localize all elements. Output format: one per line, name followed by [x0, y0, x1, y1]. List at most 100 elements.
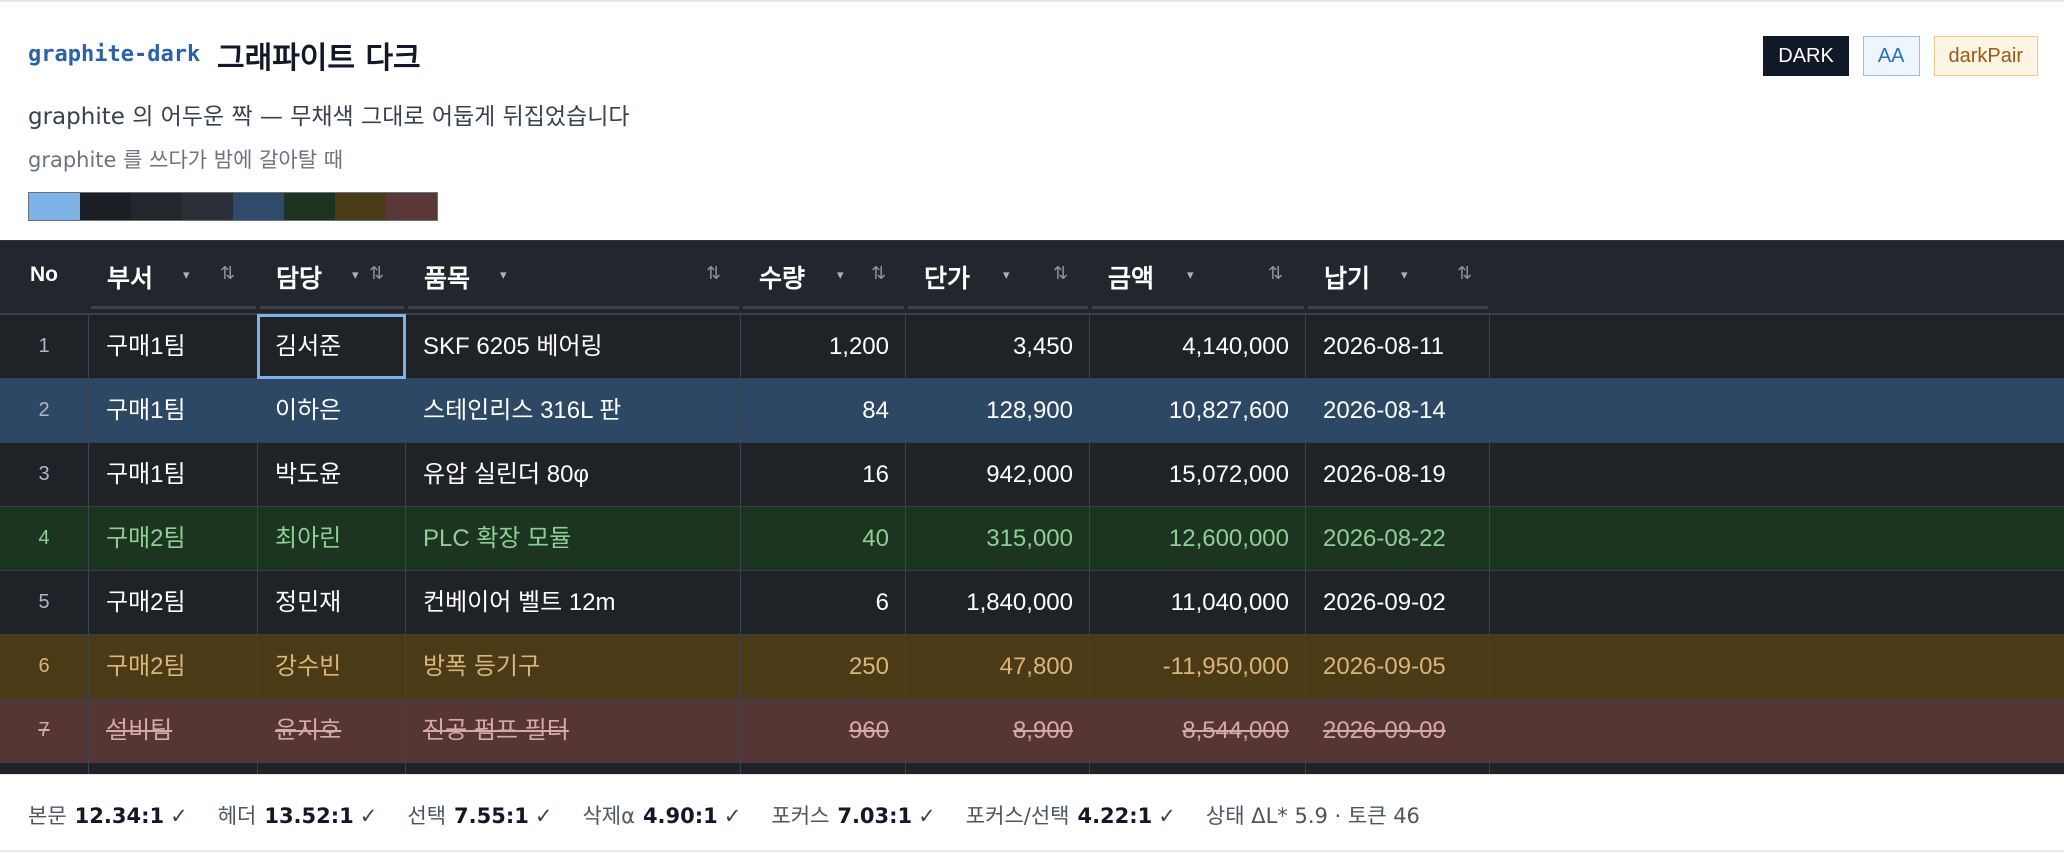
cell-no[interactable]: 2: [0, 379, 89, 442]
cell-no[interactable]: 7: [0, 699, 89, 762]
cell-dept[interactable]: 설비팀: [89, 699, 258, 762]
cell-dept[interactable]: 구매1팀: [89, 315, 258, 378]
table-row[interactable]: 2 구매1팀 이하은 스테인리스 316L 판 84 128,900 10,827,600 2…: [0, 379, 2064, 443]
cell-item[interactable]: SKF 6205 베어링: [406, 315, 741, 378]
table-row[interactable]: 6 구매2팀 강수빈 방폭 등기구 250 47,800 -11,950,000 2026-0…: [0, 635, 2064, 699]
cell-price[interactable]: 47,800: [906, 635, 1090, 698]
sort-icon[interactable]: ⇅: [1053, 263, 1068, 284]
cell-amount[interactable]: 8,544,000: [1090, 699, 1306, 762]
cell-item[interactable]: PLC 확장 모듈: [406, 507, 741, 570]
cell-amount[interactable]: 4,140,000: [1090, 315, 1306, 378]
table-row[interactable]: 7 설비팀 윤지호 진공 펌프 필터 960 8,900 8,544,000 2026-09-…: [0, 699, 2064, 763]
sort-icon[interactable]: ⇅: [369, 263, 384, 284]
header-label-item: 품목: [424, 265, 471, 293]
cell-dept[interactable]: 구매2팀: [89, 507, 258, 570]
cell-item[interactable]: 유압 실린더 80φ: [406, 443, 741, 506]
cell-item[interactable]: 방폭 등기구: [406, 635, 741, 698]
cell-qty[interactable]: 40: [741, 507, 906, 570]
cell-amount[interactable]: 12,600,000: [1090, 507, 1306, 570]
cell-due[interactable]: 2026-08-14: [1306, 379, 1490, 442]
contrast-stat: 본문 12.34:1 ✓: [28, 800, 188, 830]
theme-title: 그래파이트 다크: [217, 41, 421, 76]
theme-description: graphite 의 어두운 짝 — 무채색 그대로 어둡게 뒤집었습니다: [28, 104, 630, 130]
cell-due[interactable]: 2026-08-11: [1306, 315, 1490, 378]
swatch-5: [284, 193, 335, 220]
header-due[interactable]: 납기 ▾ ⇅: [1306, 241, 1490, 311]
cell-price[interactable]: 8,900: [906, 699, 1090, 762]
cell-qty[interactable]: 1,200: [741, 315, 906, 378]
cell-no[interactable]: 5: [0, 571, 89, 634]
filter-caret-icon[interactable]: ▾: [1187, 267, 1194, 283]
header-qty[interactable]: 수량 ▾ ⇅: [741, 241, 906, 311]
cell-no[interactable]: 1: [0, 315, 89, 378]
contrast-stats: 본문 12.34:1 ✓ 헤더 13.52:1 ✓ 선택 7.55:1 ✓ 삭제α 4.90:1 ✓ 포…: [28, 800, 1450, 830]
sort-icon[interactable]: ⇅: [220, 263, 235, 284]
cell-due[interactable]: 2026-09-05: [1306, 635, 1490, 698]
filter-caret-icon[interactable]: ▾: [837, 267, 844, 283]
cell-owner[interactable]: 박도윤: [258, 443, 406, 506]
cell-qty[interactable]: 250: [741, 635, 906, 698]
header-item[interactable]: 품목 ▾ ⇅: [406, 241, 741, 311]
header-owner[interactable]: 담당 ▾ ⇅: [258, 241, 406, 311]
cell-owner[interactable]: 정민재: [258, 571, 406, 634]
cell-price[interactable]: 3,450: [906, 315, 1090, 378]
cell-owner[interactable]: 최아린: [258, 507, 406, 570]
cell-price[interactable]: 942,000: [906, 443, 1090, 506]
cell-due[interactable]: 2026-08-19: [1306, 443, 1490, 506]
filter-caret-icon[interactable]: ▾: [1401, 267, 1408, 283]
cell-amount[interactable]: -11,950,000: [1090, 635, 1306, 698]
header-no[interactable]: No: [0, 241, 89, 311]
filter-caret-icon[interactable]: ▾: [352, 267, 359, 283]
cell-no[interactable]: 3: [0, 443, 89, 506]
filter-caret-icon[interactable]: ▾: [183, 267, 190, 283]
cell-dept[interactable]: 구매1팀: [89, 443, 258, 506]
cell-owner[interactable]: 윤지호: [258, 699, 406, 762]
table-row[interactable]: 5 구매2팀 정민재 컨베이어 벨트 12m 6 1,840,000 11,040,000 2…: [0, 571, 2064, 635]
theme-code: graphite-dark: [28, 42, 201, 67]
cell-price[interactable]: 315,000: [906, 507, 1090, 570]
header-underline: [91, 306, 256, 309]
header-price[interactable]: 단가 ▾ ⇅: [906, 241, 1090, 311]
check-icon: ✓: [723, 804, 742, 828]
cell-qty[interactable]: 6: [741, 571, 906, 634]
color-swatches: [28, 192, 438, 221]
sort-icon[interactable]: ⇅: [1268, 263, 1283, 284]
cell-due[interactable]: 2026-08-22: [1306, 507, 1490, 570]
cell-amount[interactable]: 10,827,600: [1090, 379, 1306, 442]
header-underline: [743, 306, 904, 309]
cell-item[interactable]: 진공 펌프 필터: [406, 699, 741, 762]
header-dept[interactable]: 부서 ▾ ⇅: [89, 241, 258, 311]
cell-no[interactable]: 4: [0, 507, 89, 570]
cell-dept[interactable]: 구매1팀: [89, 379, 258, 442]
header-amount[interactable]: 금액 ▾ ⇅: [1090, 241, 1306, 311]
cell-due[interactable]: 2026-09-09: [1306, 699, 1490, 762]
cell-qty[interactable]: 16: [741, 443, 906, 506]
cell-owner[interactable]: 이하은: [258, 379, 406, 442]
table-row[interactable]: 4 구매2팀 최아린 PLC 확장 모듈 40 315,000 12,600,000 2026…: [0, 507, 2064, 571]
contrast-value: 7.55:1: [454, 804, 529, 828]
cell-price[interactable]: 128,900: [906, 379, 1090, 442]
cell-price[interactable]: 1,840,000: [906, 571, 1090, 634]
table-row[interactable]: 3 구매1팀 박도윤 유압 실린더 80φ 16 942,000 15,072,000 202…: [0, 443, 2064, 507]
header-underline: [408, 306, 739, 309]
cell-qty[interactable]: 84: [741, 379, 906, 442]
cell-item[interactable]: 스테인리스 316L 판: [406, 379, 741, 442]
filter-caret-icon[interactable]: ▾: [500, 267, 507, 283]
sort-icon[interactable]: ⇅: [706, 263, 721, 284]
check-icon: ✓: [918, 804, 936, 828]
cell-owner[interactable]: 강수빈: [258, 635, 406, 698]
cell-dept[interactable]: 구매2팀: [89, 635, 258, 698]
cell-amount[interactable]: 15,072,000: [1090, 443, 1306, 506]
cell-item[interactable]: 컨베이어 벨트 12m: [406, 571, 741, 634]
check-icon: ✓: [170, 804, 188, 828]
cell-no[interactable]: 6: [0, 635, 89, 698]
cell-dept[interactable]: 구매2팀: [89, 571, 258, 634]
sort-icon[interactable]: ⇅: [1457, 263, 1472, 284]
sort-icon[interactable]: ⇅: [871, 263, 886, 284]
cell-qty[interactable]: 960: [741, 699, 906, 762]
cell-due[interactable]: 2026-09-02: [1306, 571, 1490, 634]
contrast-stat: 삭제α 4.90:1 ✓: [582, 800, 741, 830]
cell-amount[interactable]: 11,040,000: [1090, 571, 1306, 634]
filter-caret-icon[interactable]: ▾: [1003, 267, 1010, 283]
header-underline: [908, 306, 1088, 309]
